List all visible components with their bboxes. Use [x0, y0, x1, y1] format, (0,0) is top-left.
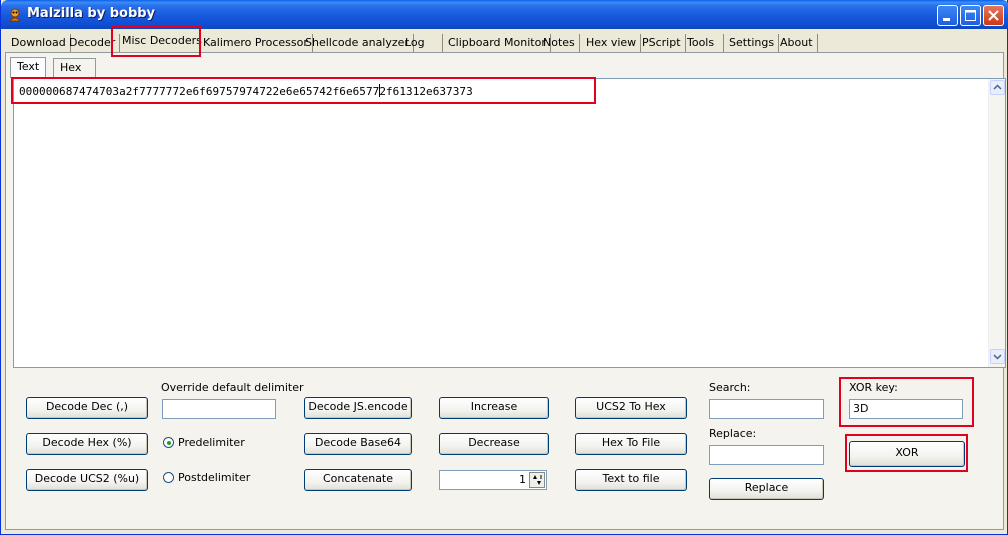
tab-notes[interactable]: Notes	[539, 34, 580, 53]
predelimiter-label: Predelimiter	[178, 436, 245, 449]
tab-clipboard-monitor[interactable]: Clipboard Monitor	[444, 34, 551, 53]
lizard-app-icon	[7, 7, 23, 23]
editor-content: 000000687474703a2f7777772e6f69757974722e…	[19, 84, 473, 98]
minimize-button[interactable]	[937, 5, 958, 26]
decode-base64-button[interactable]: Decode Base64	[304, 433, 412, 455]
maximize-button[interactable]	[960, 5, 981, 26]
chevron-down-icon	[993, 354, 1002, 360]
editor-text-before-caret: 000000687474703a2f7777772e6f69757974722e…	[19, 85, 380, 98]
radio-selected-dot	[167, 441, 171, 445]
replace-label: Replace:	[709, 427, 757, 440]
search-input[interactable]	[709, 399, 824, 419]
tab-misc-decoders[interactable]: Misc Decoders	[118, 32, 206, 51]
title-bar[interactable]: Malzilla by bobby	[1, 0, 1008, 29]
decrease-button[interactable]: Decrease	[439, 433, 549, 455]
delimiter-input[interactable]	[162, 399, 276, 419]
delimiter-label: Override default delimiter	[161, 381, 304, 394]
tab-settings[interactable]: Settings	[725, 34, 780, 53]
text-editor[interactable]: 000000687474703a2f7777772e6f69757974722e…	[13, 78, 1006, 368]
postdelimiter-radio[interactable]	[163, 472, 174, 483]
text-to-file-button[interactable]: Text to file	[575, 469, 687, 491]
xor-button[interactable]: XOR	[849, 441, 965, 467]
concatenate-button[interactable]: Concatenate	[304, 469, 412, 491]
decode-hex-button[interactable]: Decode Hex (%)	[26, 433, 148, 455]
tab-decoder[interactable]: Decoder	[65, 34, 121, 53]
window-title: Malzilla by bobby	[27, 6, 156, 21]
editor-text-after-caret: 2f61312e637373	[379, 85, 473, 98]
decode-js-encode-button[interactable]: Decode JS.encode	[304, 397, 412, 419]
chevron-up-icon	[993, 84, 1002, 90]
minimize-icon	[943, 18, 950, 21]
ucs2-to-hex-button[interactable]: UCS2 To Hex	[575, 397, 687, 419]
scroll-up-button[interactable]	[990, 80, 1005, 95]
xor-key-label: XOR key:	[849, 381, 898, 394]
increase-button[interactable]: Increase	[439, 397, 549, 419]
tab-tools[interactable]: Tools	[683, 34, 724, 53]
search-label: Search:	[709, 381, 751, 394]
vertical-scrollbar[interactable]	[988, 79, 1005, 367]
tab-shellcode-analyzer[interactable]: Shellcode analyzer	[301, 34, 414, 53]
scroll-down-button[interactable]	[990, 349, 1005, 364]
app-window: Malzilla by bobby Download Decoder Misc …	[0, 0, 1008, 535]
hex-to-file-button[interactable]: Hex To File	[575, 433, 687, 455]
replace-input[interactable]	[709, 445, 824, 465]
predelimiter-radio[interactable]	[163, 437, 174, 448]
xor-key-input[interactable]: 3D	[849, 399, 963, 419]
stepper-arrows[interactable]	[529, 472, 545, 488]
decode-dec-button[interactable]: Decode Dec (,)	[26, 397, 148, 419]
up-down-arrows-icon	[529, 472, 545, 488]
tab-kalimero-processor[interactable]: Kalimero Processor	[199, 34, 313, 53]
tab-pscript[interactable]: PScript	[638, 34, 686, 53]
decode-ucs2-button[interactable]: Decode UCS2 (%u)	[26, 469, 148, 491]
postdelimiter-label: Postdelimiter	[178, 471, 251, 484]
replace-button[interactable]: Replace	[709, 478, 824, 500]
close-button[interactable]	[983, 5, 1004, 26]
subtab-hex[interactable]: Hex	[53, 58, 96, 77]
maximize-icon	[965, 10, 976, 21]
tab-log[interactable]: Log	[401, 34, 443, 53]
tab-about[interactable]: About	[776, 34, 818, 53]
subtab-text[interactable]: Text	[10, 57, 47, 78]
tab-download[interactable]: Download	[7, 34, 71, 53]
tab-hex-view[interactable]: Hex view	[582, 34, 642, 53]
close-icon	[988, 10, 999, 21]
